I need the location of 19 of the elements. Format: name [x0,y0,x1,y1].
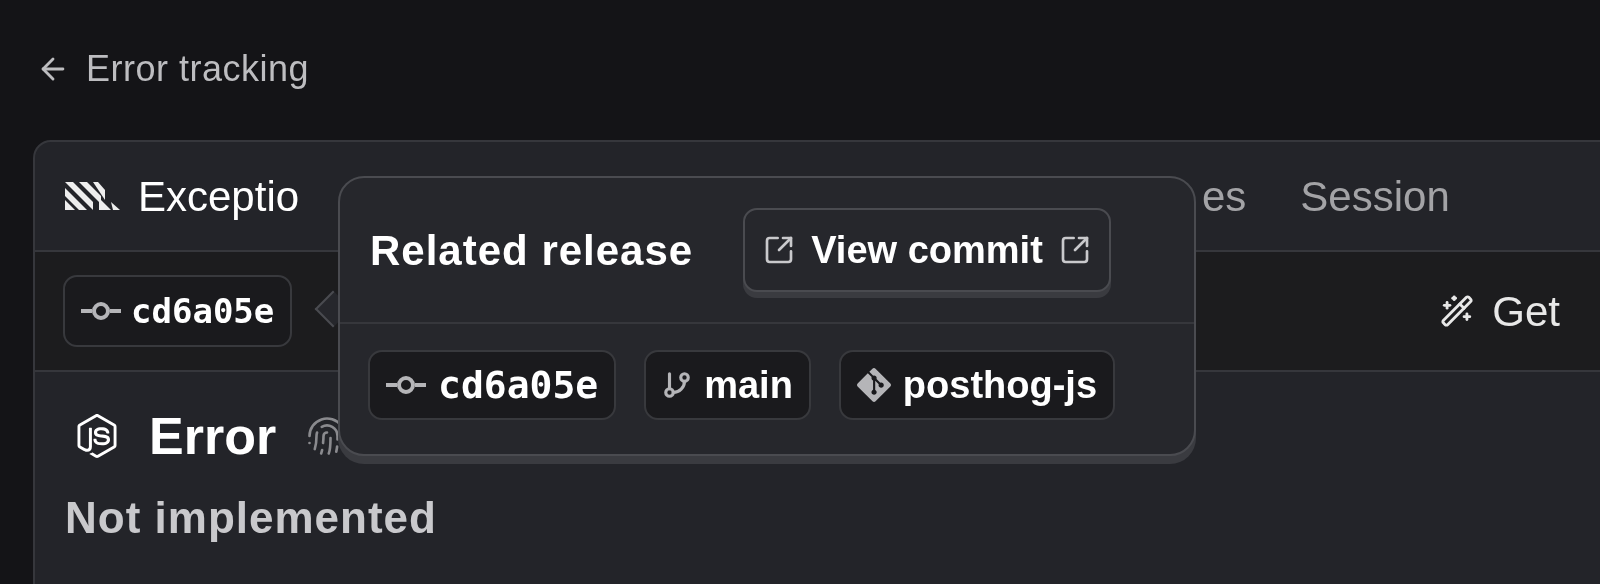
magic-wand-icon [1440,294,1475,328]
commit-icon [386,375,426,395]
back-link[interactable]: Error tracking [36,42,310,96]
repo-chip[interactable]: posthog-js [838,350,1116,420]
branch-icon [662,370,693,400]
branch-chip[interactable]: main [644,350,811,420]
tab[interactable]: Exceptio [65,164,340,228]
issue-title: Error [149,410,277,462]
ai-button[interactable]: Get [1440,279,1560,343]
tab[interactable]: Session [1300,164,1450,228]
popover-title: Related release [370,225,694,276]
nodejs-icon [75,414,119,458]
git-icon [856,368,891,402]
hedgehog-logo-icon [65,182,120,210]
commit-icon [81,301,121,321]
tab[interactable]: es [1202,164,1247,228]
issue-description: Not implemented [65,496,438,540]
commit-chip[interactable]: cd6a05e [368,350,617,420]
release-chip[interactable]: cd6a05e [63,275,293,347]
